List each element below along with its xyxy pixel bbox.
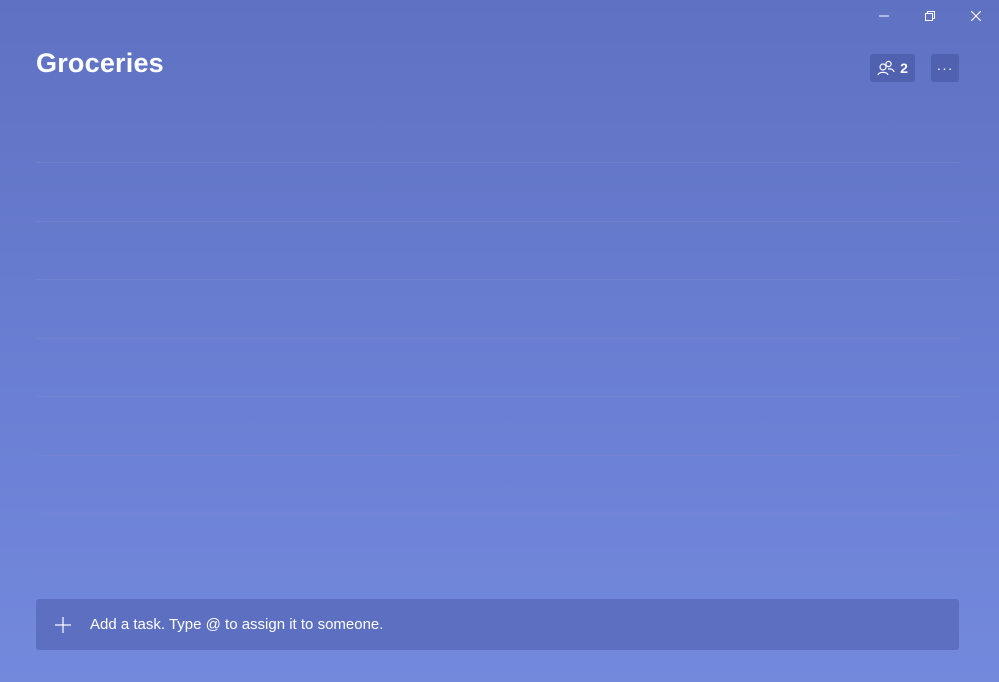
divider <box>36 571 959 572</box>
plus-icon <box>36 616 90 634</box>
close-button[interactable] <box>953 0 999 32</box>
ellipsis-icon: ··· <box>936 60 954 76</box>
window-controls <box>861 0 999 32</box>
divider <box>36 513 959 514</box>
divider <box>36 162 959 163</box>
more-options-button[interactable]: ··· <box>931 54 959 82</box>
divider <box>36 396 959 397</box>
close-icon <box>971 11 981 21</box>
add-task-input[interactable]: Add a task. Type @ to assign it to someo… <box>36 599 959 650</box>
share-list-button[interactable]: 2 <box>870 54 915 82</box>
divider <box>36 221 959 222</box>
restore-icon <box>925 11 935 21</box>
divider <box>36 455 959 456</box>
divider <box>36 338 959 339</box>
shared-count: 2 <box>900 60 908 76</box>
people-icon <box>877 60 895 76</box>
list-title[interactable]: Groceries <box>36 48 164 79</box>
divider <box>36 279 959 280</box>
add-task-placeholder: Add a task. Type @ to assign it to someo… <box>90 616 384 633</box>
restore-button[interactable] <box>907 0 953 32</box>
minimize-icon <box>879 15 889 17</box>
minimize-button[interactable] <box>861 0 907 32</box>
